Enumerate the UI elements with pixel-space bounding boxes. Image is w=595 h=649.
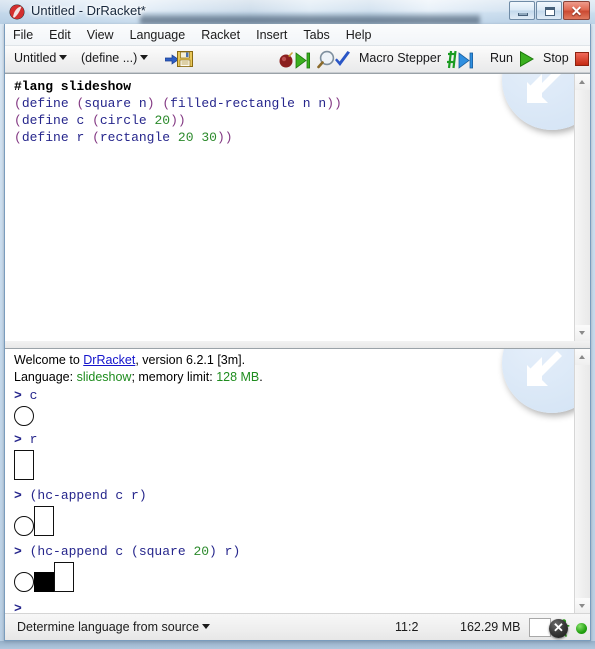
language-line: Language: slideshow; memory limit: 128 M… [14,369,570,386]
chevron-down-icon [59,55,68,60]
close-icon: ✕ [570,3,583,19]
prompt-icon: > [14,432,30,447]
memory-gc-button[interactable] [529,618,551,637]
minimize-button[interactable] [509,1,535,20]
memory-limit-value: 128 MB [216,370,260,384]
stop-button[interactable]: Stop [543,51,569,65]
welcome-suffix: , version 6.2.1 [3m]. [135,353,246,367]
run-button[interactable]: Run [490,51,513,65]
menu-racket[interactable]: Racket [193,24,248,44]
statusbar: Determine language from source 11:2 162.… [5,613,590,640]
memory-usage: 162.29 MB [460,620,521,634]
close-interactions-button[interactable]: ✕ [549,619,568,638]
macro-stepper-button[interactable]: Macro Stepper [359,51,441,65]
chevron-down-icon [140,55,149,60]
window-titlebar[interactable]: Untitled - DrRacket* ✕ [0,0,595,24]
code-text[interactable]: #lang slideshow (define (square n) (fill… [14,78,568,146]
menu-file[interactable]: File [5,24,41,44]
code-line-2: (define (square n) (filled-rectangle n n… [14,96,342,111]
menu-help[interactable]: Help [338,24,380,44]
language-line-end: . [259,370,263,384]
repl-entry-3: > (hc-append c r) [14,487,570,504]
filled-square-pict [34,572,54,592]
rectangle-pict [14,450,34,480]
language-selector-button[interactable]: Determine language from source [17,620,211,634]
circle-pict [14,516,34,536]
menu-language[interactable]: Language [122,24,194,44]
drracket-window: File Edit View Language Racket Insert Ta… [4,24,591,641]
language-selector-label: Determine language from source [17,620,200,634]
menu-view[interactable]: View [79,24,122,44]
repl-expression: c [29,388,38,403]
welcome-prefix: Welcome to [14,353,84,367]
repl-vertical-scrollbar[interactable] [574,349,590,614]
definitions-dropdown[interactable]: (define ...) [81,51,149,65]
memory-limit-label: ; memory limit: [131,370,217,384]
save-disk-icon[interactable] [177,51,193,67]
repl-result-2 [14,448,570,484]
repl-entry-4: > (hc-append c (square 20) r) [14,543,570,560]
code-line-1: #lang slideshow [14,79,132,94]
menubar: File Edit View Language Racket Insert Ta… [5,24,590,46]
repl-expression: r [29,432,38,447]
scroll-down-arrow-icon[interactable] [575,598,590,614]
green-play-icon[interactable] [519,51,534,67]
prompt-icon: > [14,388,30,403]
scroll-down-arrow-icon[interactable] [575,325,590,341]
window-title: Untitled - DrRacket* [31,3,146,18]
menu-edit[interactable]: Edit [41,24,79,44]
repl-result-3 [14,504,570,540]
repl-expression: (hc-append c r) [29,488,147,503]
welcome-line: Welcome to DrRacket, version 6.2.1 [3m]. [14,352,570,369]
file-name-label: Untitled [14,51,57,65]
scroll-up-arrow-icon[interactable] [575,349,590,365]
circle-pict [14,572,34,592]
red-stop-icon[interactable] [575,52,589,66]
prompt-icon: > [14,544,30,559]
repl-entry-1: > c [14,387,570,404]
maximize-button[interactable] [536,1,562,20]
window-bottom-edge [0,641,595,649]
repl-result-4 [14,560,570,596]
definitions-pane[interactable]: #lang slideshow (define (square n) (fill… [5,73,590,341]
toolbar: Untitled (define ...) Macro Stepper Run … [5,46,590,73]
cursor-position: 11:2 [395,620,419,634]
interactions-pane[interactable]: Welcome to DrRacket, version 6.2.1 [3m].… [5,348,590,614]
rectangle-pict [54,562,74,592]
minimize-icon [518,13,528,16]
check-syntax-icon[interactable] [317,50,351,69]
close-window-button[interactable]: ✕ [563,1,590,20]
macro-stepper-icon[interactable] [445,50,479,69]
repl-entry-2: > r [14,431,570,448]
pane-splitter[interactable] [5,341,590,348]
menu-tabs[interactable]: Tabs [295,24,337,44]
drracket-link[interactable]: DrRacket [83,353,135,367]
repl-result-1 [14,404,570,430]
interactions-content[interactable]: Welcome to DrRacket, version 6.2.1 [3m].… [14,352,570,614]
file-name-dropdown[interactable]: Untitled [14,51,68,65]
status-badge [576,623,587,634]
repl-active-prompt[interactable]: > [14,600,570,614]
prompt-icon: > [14,488,30,503]
rectangle-pict [34,506,54,536]
chevron-down-icon [202,624,211,629]
racket-logo-icon [9,4,25,20]
definitions-label: (define ...) [81,51,138,65]
language-label: Language: [14,370,77,384]
maximize-icon [545,7,555,16]
language-value: slideshow [76,370,132,384]
editor-vertical-scrollbar[interactable] [574,74,590,341]
code-line-4: (define r (rectangle 20 30)) [14,130,233,145]
close-icon: ✕ [553,620,564,635]
code-line-3: (define c (circle 20)) [14,113,186,128]
circle-pict [14,406,34,426]
debug-icon[interactable] [277,50,311,69]
menu-insert[interactable]: Insert [248,24,295,44]
repl-expression: (hc-append c (square 20) r) [29,544,241,559]
scroll-up-arrow-icon[interactable] [575,74,590,90]
